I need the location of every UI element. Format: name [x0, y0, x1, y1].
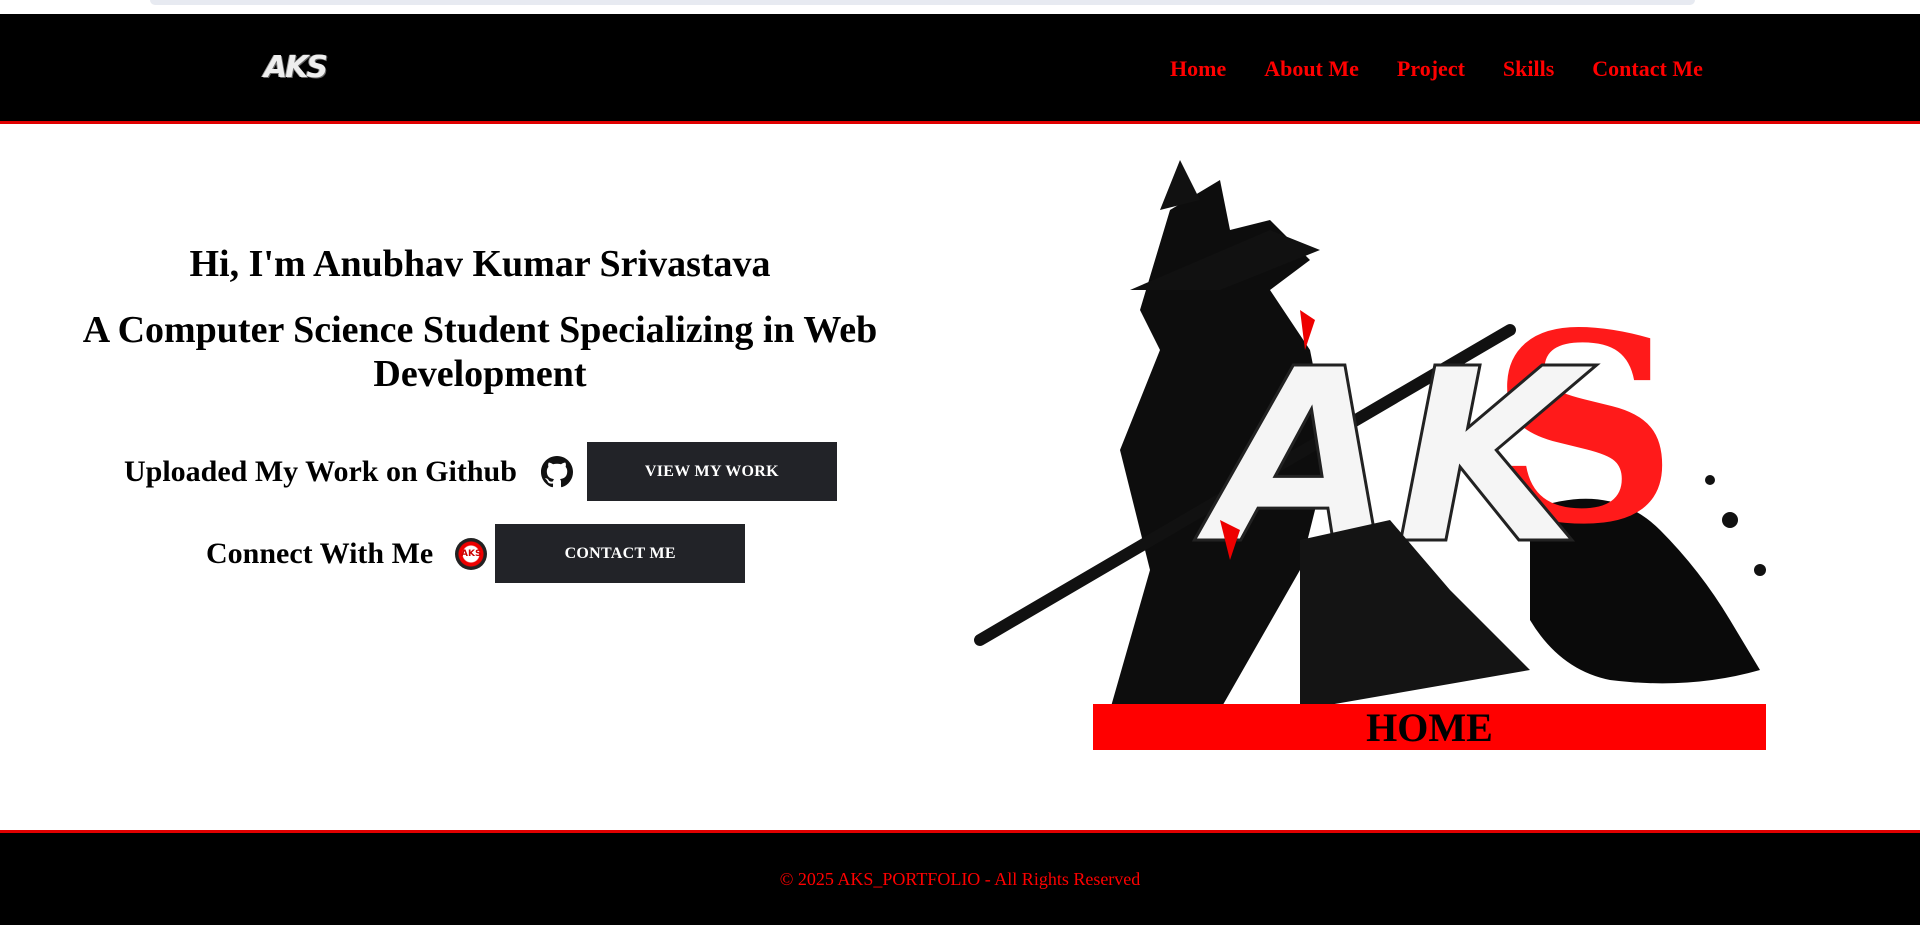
connect-label: Connect With Me [206, 536, 434, 570]
nav-link-contact[interactable]: Contact Me [1592, 56, 1703, 82]
github-icon[interactable] [540, 455, 573, 488]
github-label: Uploaded My Work on Github [124, 454, 517, 488]
nav-link-skills[interactable]: Skills [1503, 56, 1554, 82]
site-logo[interactable]: AKS [264, 50, 328, 85]
navbar: AKS Home About Me Project Skills Contact… [0, 14, 1920, 124]
nav-link-project[interactable]: Project [1397, 56, 1465, 82]
aks-avatar-icon[interactable]: AKS [455, 537, 488, 570]
connect-row: Connect With Me AKS CONTACT ME [206, 524, 746, 583]
hero-subtitle: A Computer Science Student Specializing … [82, 309, 878, 395]
contact-me-button[interactable]: CONTACT ME [495, 524, 746, 583]
copyright-text: © 2025 AKS_PORTFOLIO - All Rights Reserv… [779, 869, 1141, 889]
nav-link-home[interactable]: Home [1170, 56, 1226, 82]
samurai-aks-artwork: S AK [974, 160, 1766, 710]
hero-greeting: Hi, I'm Anubhav Kumar Srivastava [189, 243, 771, 285]
github-row: Uploaded My Work on Github VIEW MY WORK [124, 442, 837, 501]
nav-links: Home About Me Project Skills Contact Me [1170, 56, 1741, 82]
view-my-work-button[interactable]: VIEW MY WORK [586, 442, 837, 501]
footer: © 2025 AKS_PORTFOLIO - All Rights Reserv… [0, 830, 1920, 925]
nav-link-about[interactable]: About Me [1264, 56, 1359, 82]
address-bar-edge [150, 0, 1695, 5]
home-banner: HOME [1093, 704, 1766, 750]
browser-chrome-strip [0, 0, 1920, 14]
